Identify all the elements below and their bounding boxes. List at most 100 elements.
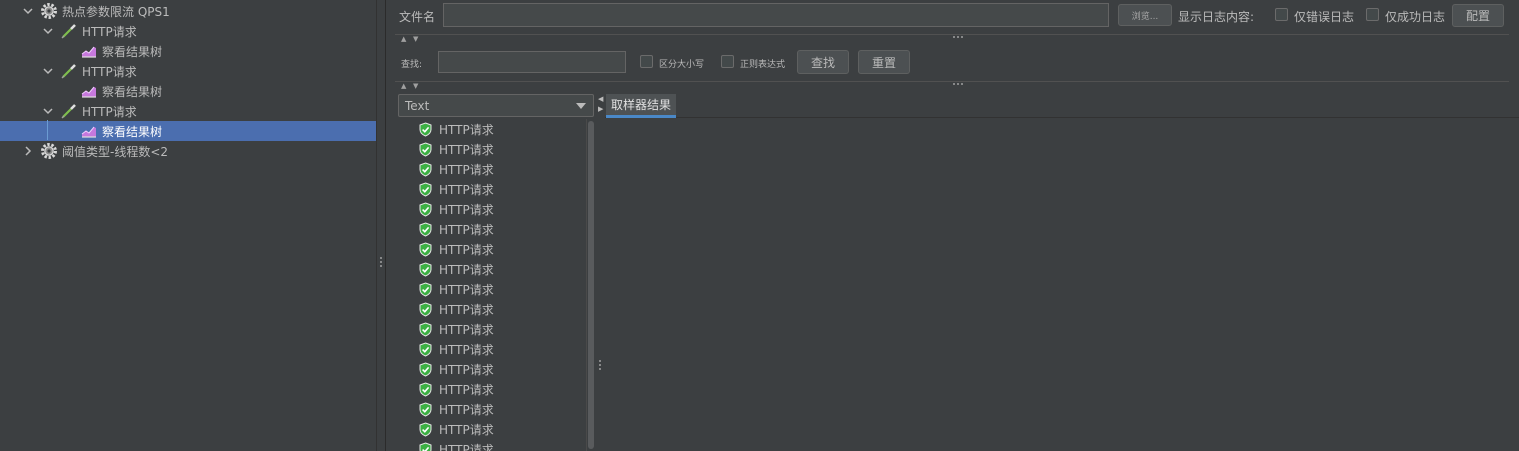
scrollbar-thumb[interactable]: [588, 121, 594, 449]
chevron-right-icon[interactable]: [22, 145, 34, 157]
success-shield-icon: [418, 421, 433, 437]
errors-only-label: 仅错误日志: [1294, 10, 1355, 24]
grip-dots-icon: [599, 360, 602, 370]
results-splitter[interactable]: ◀ ▶: [596, 92, 605, 451]
collapse-down-icon[interactable]: ▼: [413, 36, 418, 43]
case-sensitive-label: 区分大小写: [659, 60, 705, 70]
chevron-down-icon[interactable]: [42, 105, 54, 117]
grip-dots-icon: [380, 257, 383, 267]
success-shield-icon: [418, 301, 433, 317]
success-shield-icon: [418, 281, 433, 297]
tree-item-http-request[interactable]: HTTP请求: [0, 21, 376, 41]
section-divider[interactable]: ▲ ▼: [395, 81, 1509, 90]
main-splitter[interactable]: [376, 0, 386, 451]
sample-result-list[interactable]: HTTP请求 HTTP请求 HTTP请求 HTTP请求 HTTP请求 HTTP请…: [398, 119, 594, 451]
success-only-checkbox[interactable]: [1366, 8, 1379, 21]
list-item[interactable]: HTTP请求: [418, 279, 494, 299]
result-tabs: 取样器结果: [605, 94, 1519, 118]
success-shield-icon: [418, 241, 433, 257]
list-item[interactable]: HTTP请求: [418, 179, 494, 199]
errors-only-checkbox[interactable]: [1275, 8, 1288, 21]
pipette-icon: [60, 22, 78, 40]
tree-item-hotspot-qps[interactable]: 热点参数限流 QPS1: [0, 1, 376, 21]
tree-item-label: HTTP请求: [82, 24, 137, 39]
list-item[interactable]: HTTP请求: [418, 439, 494, 451]
tree-item-http-request[interactable]: HTTP请求: [0, 61, 376, 81]
collapse-up-icon[interactable]: ▲: [401, 83, 406, 90]
regex-checkbox[interactable]: [721, 55, 734, 68]
list-item[interactable]: HTTP请求: [418, 119, 494, 139]
renderer-select-value: Text: [405, 98, 430, 113]
success-shield-icon: [418, 321, 433, 337]
collapse-up-icon[interactable]: ▲: [401, 36, 406, 43]
success-shield-icon: [418, 361, 433, 377]
tree-item-label: 阈值类型-线程数<2: [62, 144, 169, 159]
chevron-down-icon[interactable]: [42, 25, 54, 37]
tree-item-label: 察看结果树: [102, 44, 163, 59]
collapse-right-icon[interactable]: ▶: [598, 106, 603, 113]
browse-button[interactable]: 浏览...: [1118, 4, 1172, 26]
chevron-down-icon[interactable]: [42, 65, 54, 77]
success-shield-icon: [418, 401, 433, 417]
tree-item-http-request[interactable]: HTTP请求: [0, 101, 376, 121]
chart-icon: [80, 82, 98, 100]
configure-button[interactable]: 配置: [1452, 4, 1504, 27]
tree-guide-line: [47, 120, 48, 140]
list-item[interactable]: HTTP请求: [418, 339, 494, 359]
success-shield-icon: [418, 381, 433, 397]
tree-item-view-results-tree[interactable]: 察看结果树: [0, 41, 376, 61]
success-shield-icon: [418, 441, 433, 451]
case-sensitive-checkbox[interactable]: [640, 55, 653, 68]
list-scrollbar[interactable]: [586, 119, 595, 451]
success-shield-icon: [418, 141, 433, 157]
results-tree-panel: 文件名 浏览... 显示日志内容: 仅错误日志 仅成功日志 配置 ▲ ▼ 查找:…: [387, 0, 1519, 451]
tree-item-view-results-tree[interactable]: 察看结果树: [0, 81, 376, 101]
list-item[interactable]: HTTP请求: [418, 259, 494, 279]
list-item[interactable]: HTTP请求: [418, 159, 494, 179]
pipette-icon: [60, 102, 78, 120]
tree-item-label: HTTP请求: [82, 64, 137, 79]
success-shield-icon: [418, 341, 433, 357]
success-shield-icon: [418, 261, 433, 277]
tree-item-label: HTTP请求: [82, 104, 137, 119]
list-item[interactable]: HTTP请求: [418, 379, 494, 399]
search-label: 查找:: [401, 60, 423, 70]
renderer-select[interactable]: Text: [398, 94, 594, 117]
list-item[interactable]: HTTP请求: [418, 219, 494, 239]
tree-item-threshold-threads[interactable]: 阈值类型-线程数<2: [0, 141, 376, 161]
tree-item-label: 察看结果树: [102, 124, 163, 139]
success-shield-icon: [418, 181, 433, 197]
list-item[interactable]: HTTP请求: [418, 199, 494, 219]
section-divider[interactable]: ▲ ▼: [395, 34, 1509, 43]
find-button[interactable]: 查找: [797, 50, 849, 74]
search-input[interactable]: [438, 51, 626, 73]
test-plan-tree[interactable]: 热点参数限流 QPS1 HTTP请求 察看结果树 HTTP请求 察看结果树 HT…: [0, 0, 376, 451]
regex-label: 正则表达式: [740, 60, 786, 70]
chevron-down-icon: [576, 103, 586, 109]
success-shield-icon: [418, 201, 433, 217]
tab-sampler-result[interactable]: 取样器结果: [606, 94, 677, 118]
list-item[interactable]: HTTP请求: [418, 399, 494, 419]
log-content-label: 显示日志内容:: [1178, 10, 1255, 24]
collapse-down-icon[interactable]: ▼: [413, 83, 418, 90]
filename-input[interactable]: [443, 3, 1109, 27]
success-shield-icon: [418, 221, 433, 237]
list-item[interactable]: HTTP请求: [418, 139, 494, 159]
list-item[interactable]: HTTP请求: [418, 359, 494, 379]
sampler-result-content: [605, 119, 1519, 451]
reset-button[interactable]: 重置: [858, 50, 910, 74]
success-only-label: 仅成功日志: [1385, 10, 1446, 24]
chevron-down-icon[interactable]: [22, 5, 34, 17]
list-item[interactable]: HTTP请求: [418, 299, 494, 319]
list-item[interactable]: HTTP请求: [418, 319, 494, 339]
tree-item-label: 热点参数限流 QPS1: [62, 4, 170, 19]
list-item[interactable]: HTTP请求: [418, 239, 494, 259]
tree-item-view-results-tree-selected[interactable]: 察看结果树: [0, 121, 376, 141]
grip-dots-icon: [953, 36, 963, 38]
pipette-icon: [60, 62, 78, 80]
list-item[interactable]: HTTP请求: [418, 419, 494, 439]
tree-item-label: 察看结果树: [102, 84, 163, 99]
filename-label: 文件名: [399, 10, 436, 24]
collapse-left-icon[interactable]: ◀: [598, 96, 603, 103]
gear-icon: [40, 2, 58, 20]
